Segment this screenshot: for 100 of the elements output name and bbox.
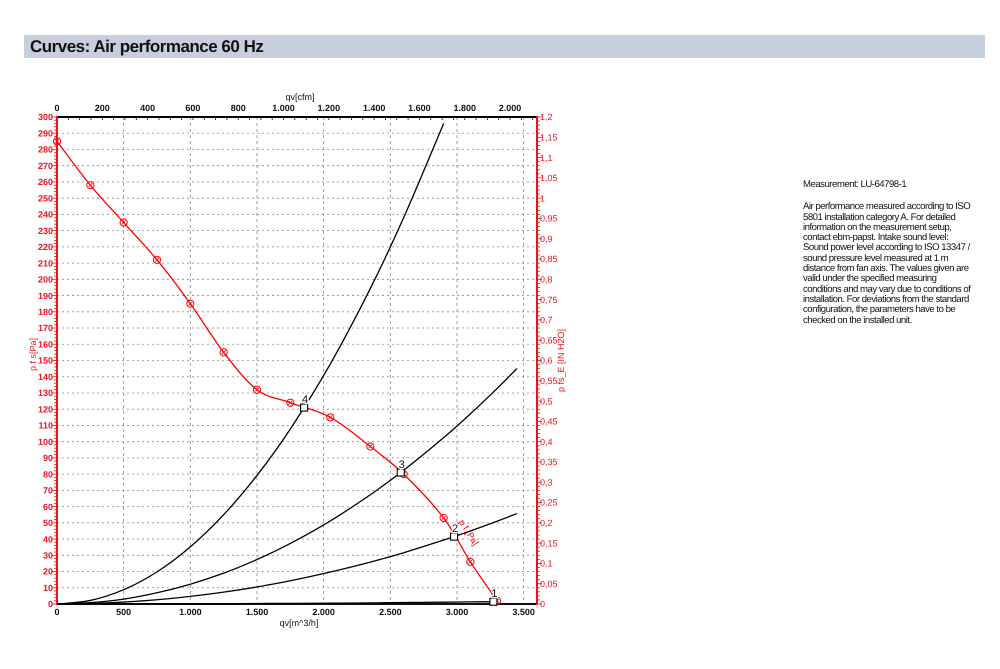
- data-point: [286, 398, 294, 407]
- measurement-description: Air performance measured according to ISO 5801 installation category A. For detailed information on the measurement setup, contact ebm-papst. Intake sound level: Sound power level according to ISO 13347 / sound pressure level measured at 1 m distance from fan axis. The values given are valid under the specified measuring conditions and may vary due to conditions of installation. For deviations from the standard configuration, the parameters have to be checked on the installed unit.: [803, 202, 972, 326]
- y-tick-label: 280: [38, 144, 53, 155]
- y-tick-label: 0: [48, 599, 53, 610]
- y-tick-label: 160: [38, 339, 53, 350]
- y-tick-label: 120: [38, 404, 53, 414]
- y-tick-label: 300: [38, 112, 53, 122]
- operating-point: [300, 404, 308, 412]
- page-title: Curves: Air performance 60 Hz: [30, 36, 264, 56]
- right-y-tick-label: 0,85: [540, 254, 558, 264]
- top-x-tick-label: 2.000: [498, 103, 522, 113]
- y-tick-label: 170: [38, 323, 53, 334]
- y-tick-label: 200: [38, 274, 53, 285]
- data-point: [326, 413, 334, 422]
- right-y-tick-label: 0,9: [540, 234, 553, 244]
- y-tick-label: 180: [38, 307, 53, 317]
- y-tick-label: 60: [42, 502, 53, 512]
- x-tick-label: 3.500: [512, 607, 535, 617]
- y-tick-label: 30: [42, 550, 53, 560]
- right-y-tick-label: 0,65: [540, 335, 558, 346]
- x-tick-label: 2.000: [312, 607, 335, 617]
- data-point: [440, 514, 448, 522]
- data-point: [52, 137, 62, 146]
- data-point: [152, 256, 162, 264]
- y-tick-label: 150: [38, 356, 53, 366]
- y-tick-label: 230: [38, 226, 53, 236]
- data-point: [120, 218, 128, 227]
- top-x-axis-title: qv[cfm]: [286, 92, 314, 102]
- y-tick-label: 40: [42, 534, 53, 544]
- y-tick-label: 100: [38, 436, 53, 447]
- top-x-tick-label: 1.800: [453, 103, 476, 113]
- right-y-tick-label: 0,15: [540, 538, 558, 548]
- right-y-axis-title: p fs_E [IN H2O]: [556, 328, 566, 392]
- operating-point-number: 2: [452, 523, 458, 536]
- data-point: [252, 386, 262, 394]
- x-axis-title: qv[m^3/h]: [280, 618, 318, 628]
- top-x-tick-label: 800: [230, 103, 246, 113]
- right-y-tick-label: 1,2: [540, 112, 553, 122]
- y-tick-label: 110: [38, 420, 53, 431]
- right-y-tick-label: 0,1: [540, 558, 553, 569]
- right-y-tick-label: 0: [540, 599, 546, 610]
- right-y-tick-label: 0,4: [540, 436, 553, 447]
- y-tick-label: 260: [38, 177, 53, 188]
- x-tick-label: 2.500: [379, 607, 402, 617]
- y-tick-label: 90: [42, 453, 53, 464]
- y-tick-label: 270: [38, 160, 53, 171]
- top-x-tick-label: 1.200: [318, 103, 340, 113]
- top-x-tick-label: 1.400: [362, 103, 386, 113]
- top-x-tick-label: 0: [54, 103, 60, 113]
- y-tick-label: 250: [38, 193, 53, 204]
- right-y-tick-label: 1: [540, 193, 546, 204]
- top-x-tick-label: 1.000: [272, 103, 295, 113]
- data-point: [400, 470, 408, 478]
- x-tick-label: 3.000: [446, 607, 468, 617]
- y-tick-label: 80: [42, 469, 53, 480]
- y-tick-label: 70: [42, 486, 53, 496]
- measurement-id: Measurement: LU-64798-1: [803, 180, 908, 190]
- y-tick-label: 220: [38, 242, 53, 252]
- y-tick-label: 20: [42, 566, 53, 577]
- operating-point-number: 4: [302, 394, 308, 406]
- data-point: [86, 181, 94, 190]
- x-tick-label: 500: [116, 607, 132, 617]
- y-axis-title: p f s[Pa]: [28, 338, 38, 372]
- right-y-tick-label: 0,5: [540, 396, 553, 406]
- right-y-tick-label: 1,15: [540, 132, 558, 142]
- right-y-tick-label: 0,25: [540, 498, 558, 508]
- top-x-tick-label: 200: [94, 103, 110, 113]
- x-tick-label: 1.000: [179, 607, 202, 617]
- y-tick-label: 140: [38, 372, 53, 382]
- right-y-tick-label: 0,45: [540, 416, 558, 427]
- y-tick-label: 210: [38, 258, 53, 268]
- data-point: [466, 558, 474, 566]
- right-y-tick-label: 0,7: [540, 315, 553, 326]
- top-x-tick-label: 600: [185, 103, 200, 113]
- right-y-tick-label: 0,8: [540, 274, 553, 285]
- operating-point: [396, 468, 405, 477]
- operating-point: [489, 598, 498, 606]
- right-y-tick-label: 1,1: [540, 152, 553, 163]
- right-y-tick-label: 1,05: [540, 173, 558, 184]
- x-tick-label: 1.500: [246, 607, 268, 617]
- right-y-tick-label: 0,95: [540, 214, 558, 224]
- y-tick-label: 240: [38, 210, 53, 220]
- x-tick-label: 0: [54, 607, 60, 617]
- data-point: [186, 300, 194, 308]
- top-x-tick-label: 400: [140, 103, 156, 113]
- right-y-tick-label: 0,6: [540, 356, 553, 366]
- y-tick-label: 50: [42, 518, 53, 528]
- right-y-tick-label: 0,3: [540, 477, 553, 488]
- right-y-tick-label: 0,05: [540, 578, 558, 589]
- top-x-tick-label: 1.600: [408, 103, 431, 113]
- y-tick-label: 190: [38, 290, 53, 301]
- data-point: [366, 442, 374, 451]
- operating-point-number: 3: [398, 459, 405, 471]
- y-tick-label: 290: [38, 128, 53, 138]
- operating-point: [450, 532, 458, 541]
- right-y-tick-label: 0,2: [540, 518, 553, 528]
- right-y-tick-label: 0,35: [540, 457, 558, 468]
- y-tick-label: 130: [38, 388, 53, 398]
- data-point: [220, 348, 228, 356]
- y-tick-label: 10: [42, 582, 53, 593]
